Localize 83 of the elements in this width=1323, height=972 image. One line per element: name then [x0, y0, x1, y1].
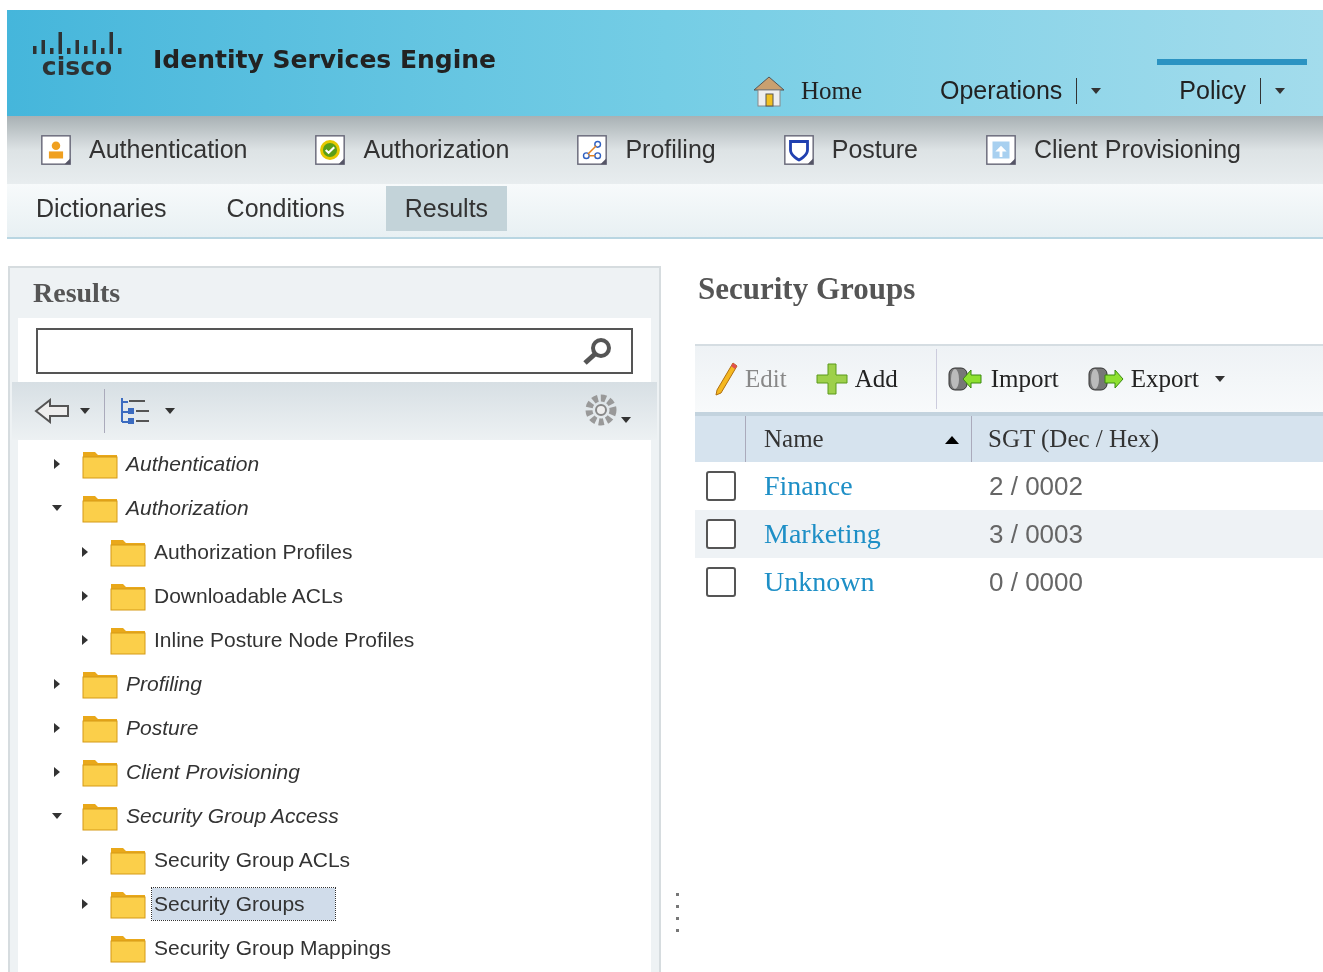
brand-logo-text: cisco [41, 54, 113, 79]
sub-tab[interactable]: Dictionaries [17, 186, 186, 231]
dropdown-arrow[interactable] [1275, 85, 1285, 96]
expand-arrow[interactable] [80, 591, 90, 601]
expand-arrow[interactable] [80, 855, 90, 865]
sub-tab[interactable]: Conditions [207, 186, 364, 231]
folder-icon [110, 581, 146, 611]
group-name-link[interactable]: Unknown [764, 566, 875, 597]
expand-arrow[interactable] [52, 459, 62, 469]
tree-item[interactable]: Authorization [124, 492, 251, 524]
expand-arrow[interactable] [80, 547, 90, 557]
import-icon [946, 364, 985, 394]
tree-item[interactable]: Security Group Access [124, 800, 341, 832]
sort-ascending-icon [945, 434, 959, 444]
tree-item[interactable]: Authentication [124, 448, 262, 480]
module-tab[interactable]: Posture [781, 131, 918, 169]
plus-icon [814, 362, 849, 396]
folder-icon [82, 493, 118, 523]
panel-title: Results [32, 276, 122, 310]
nav-label: Policy [1179, 74, 1246, 106]
tree-item[interactable]: Security Group Mappings [152, 932, 393, 964]
expand-arrow[interactable] [52, 767, 62, 777]
folder-icon [110, 537, 146, 567]
dropdown-arrow[interactable] [1091, 85, 1102, 96]
search-field[interactable] [36, 328, 633, 374]
module-tab[interactable]: Profiling [575, 131, 716, 169]
folder-icon [82, 757, 118, 787]
table-cell-text: 0 / 0000 [988, 565, 1083, 599]
group-name-link[interactable]: Finance [764, 470, 853, 501]
nav-label: Home [800, 75, 862, 106]
module-tab[interactable]: Authorization [313, 131, 510, 169]
tree-item[interactable]: Authorization Profiles [152, 536, 355, 568]
nav-label: Operations [940, 74, 1063, 106]
tree-item[interactable]: Posture [124, 712, 201, 744]
tree-item[interactable]: Security Groups [152, 888, 335, 920]
logo-bars-icon [31, 32, 123, 54]
table-cell-text: 3 / 0003 [988, 517, 1083, 551]
nodes-icon [575, 133, 610, 167]
folder-icon [110, 845, 146, 875]
toolbar-button[interactable]: Export [1086, 360, 1225, 398]
tree-view-icon[interactable] [119, 396, 151, 426]
folder-icon [110, 625, 146, 655]
tree-item[interactable]: Profiling [124, 668, 204, 700]
folder-icon [82, 713, 118, 743]
expand-arrow[interactable] [52, 679, 62, 689]
row-checkbox[interactable] [705, 519, 736, 549]
module-tab[interactable]: Authentication [39, 131, 248, 169]
tree-item[interactable]: Security Group ACLs [152, 844, 353, 876]
toolbar-button[interactable]: Add [814, 360, 898, 398]
app-title: Identity Services Engine [153, 43, 497, 76]
nav-tab[interactable]: Home [728, 59, 884, 116]
export-icon [1086, 364, 1125, 394]
folder-icon [82, 669, 118, 699]
tree-item[interactable]: Client Provisioning [124, 756, 302, 788]
upload-icon [983, 133, 1018, 167]
folder-icon [82, 801, 118, 831]
dropdown-arrow[interactable] [1214, 374, 1225, 384]
sub-tab[interactable]: Results [385, 186, 508, 231]
folder-icon [82, 449, 118, 479]
folder-icon [110, 933, 146, 963]
expand-arrow[interactable] [52, 723, 62, 733]
column-header[interactable]: SGT (Dec / Hex) [972, 416, 1323, 462]
tree-item[interactable]: Inline Posture Node Profiles [152, 624, 417, 656]
back-arrow-icon[interactable] [34, 398, 70, 424]
expand-arrow[interactable] [80, 899, 90, 909]
tree-item[interactable]: Downloadable ACLs [152, 580, 346, 612]
table-cell-text: 2 / 0002 [988, 469, 1083, 503]
dropdown-arrow[interactable] [80, 406, 90, 416]
pencil-icon [713, 361, 739, 397]
row-checkbox[interactable] [705, 471, 736, 501]
folder-icon [110, 889, 146, 919]
check-icon [313, 133, 348, 167]
module-tab[interactable]: Client Provisioning [983, 131, 1241, 169]
page-title: Security Groups [698, 270, 917, 308]
collapse-arrow[interactable] [52, 811, 62, 821]
person-icon [39, 133, 73, 167]
expand-arrow[interactable] [80, 635, 90, 645]
nav-tab[interactable]: Operations [918, 59, 1124, 116]
collapse-arrow[interactable] [52, 503, 62, 513]
dropdown-arrow[interactable] [165, 406, 175, 416]
shield-icon [781, 133, 816, 167]
row-checkbox[interactable] [705, 567, 736, 597]
toolbar-button[interactable]: Import [946, 360, 1059, 398]
